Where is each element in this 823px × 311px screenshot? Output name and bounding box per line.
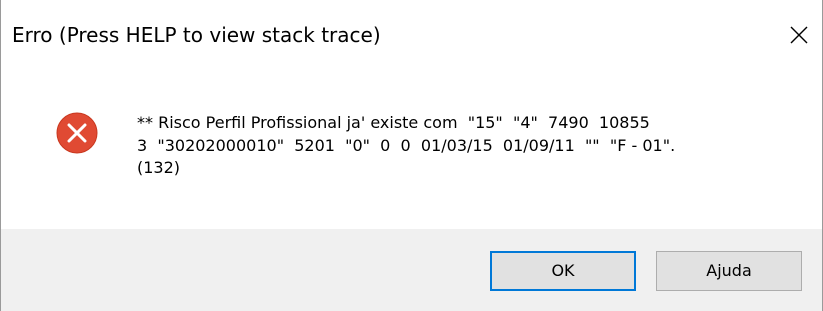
error-dialog: Erro (Press HELP to view stack trace) **… [0, 0, 823, 311]
help-button[interactable]: Ajuda [656, 251, 802, 291]
error-icon [56, 112, 98, 154]
title-bar[interactable]: Erro (Press HELP to view stack trace) [1, 0, 822, 74]
ok-button[interactable]: OK [490, 251, 636, 291]
message-line: 3 "30202000010" 5201 "0" 0 0 01/03/15 01… [137, 135, 676, 155]
button-bar: OK Ajuda [1, 229, 822, 311]
message-line: (132) [137, 158, 181, 177]
close-icon [790, 26, 808, 44]
message-line: ** Risco Perfil Profissional ja' existe … [137, 113, 650, 132]
dialog-content: ** Risco Perfil Profissional ja' existe … [1, 74, 822, 229]
dialog-title: Erro (Press HELP to view stack trace) [12, 23, 381, 47]
close-button[interactable] [776, 16, 822, 56]
error-message: ** Risco Perfil Profissional ja' existe … [137, 112, 787, 180]
